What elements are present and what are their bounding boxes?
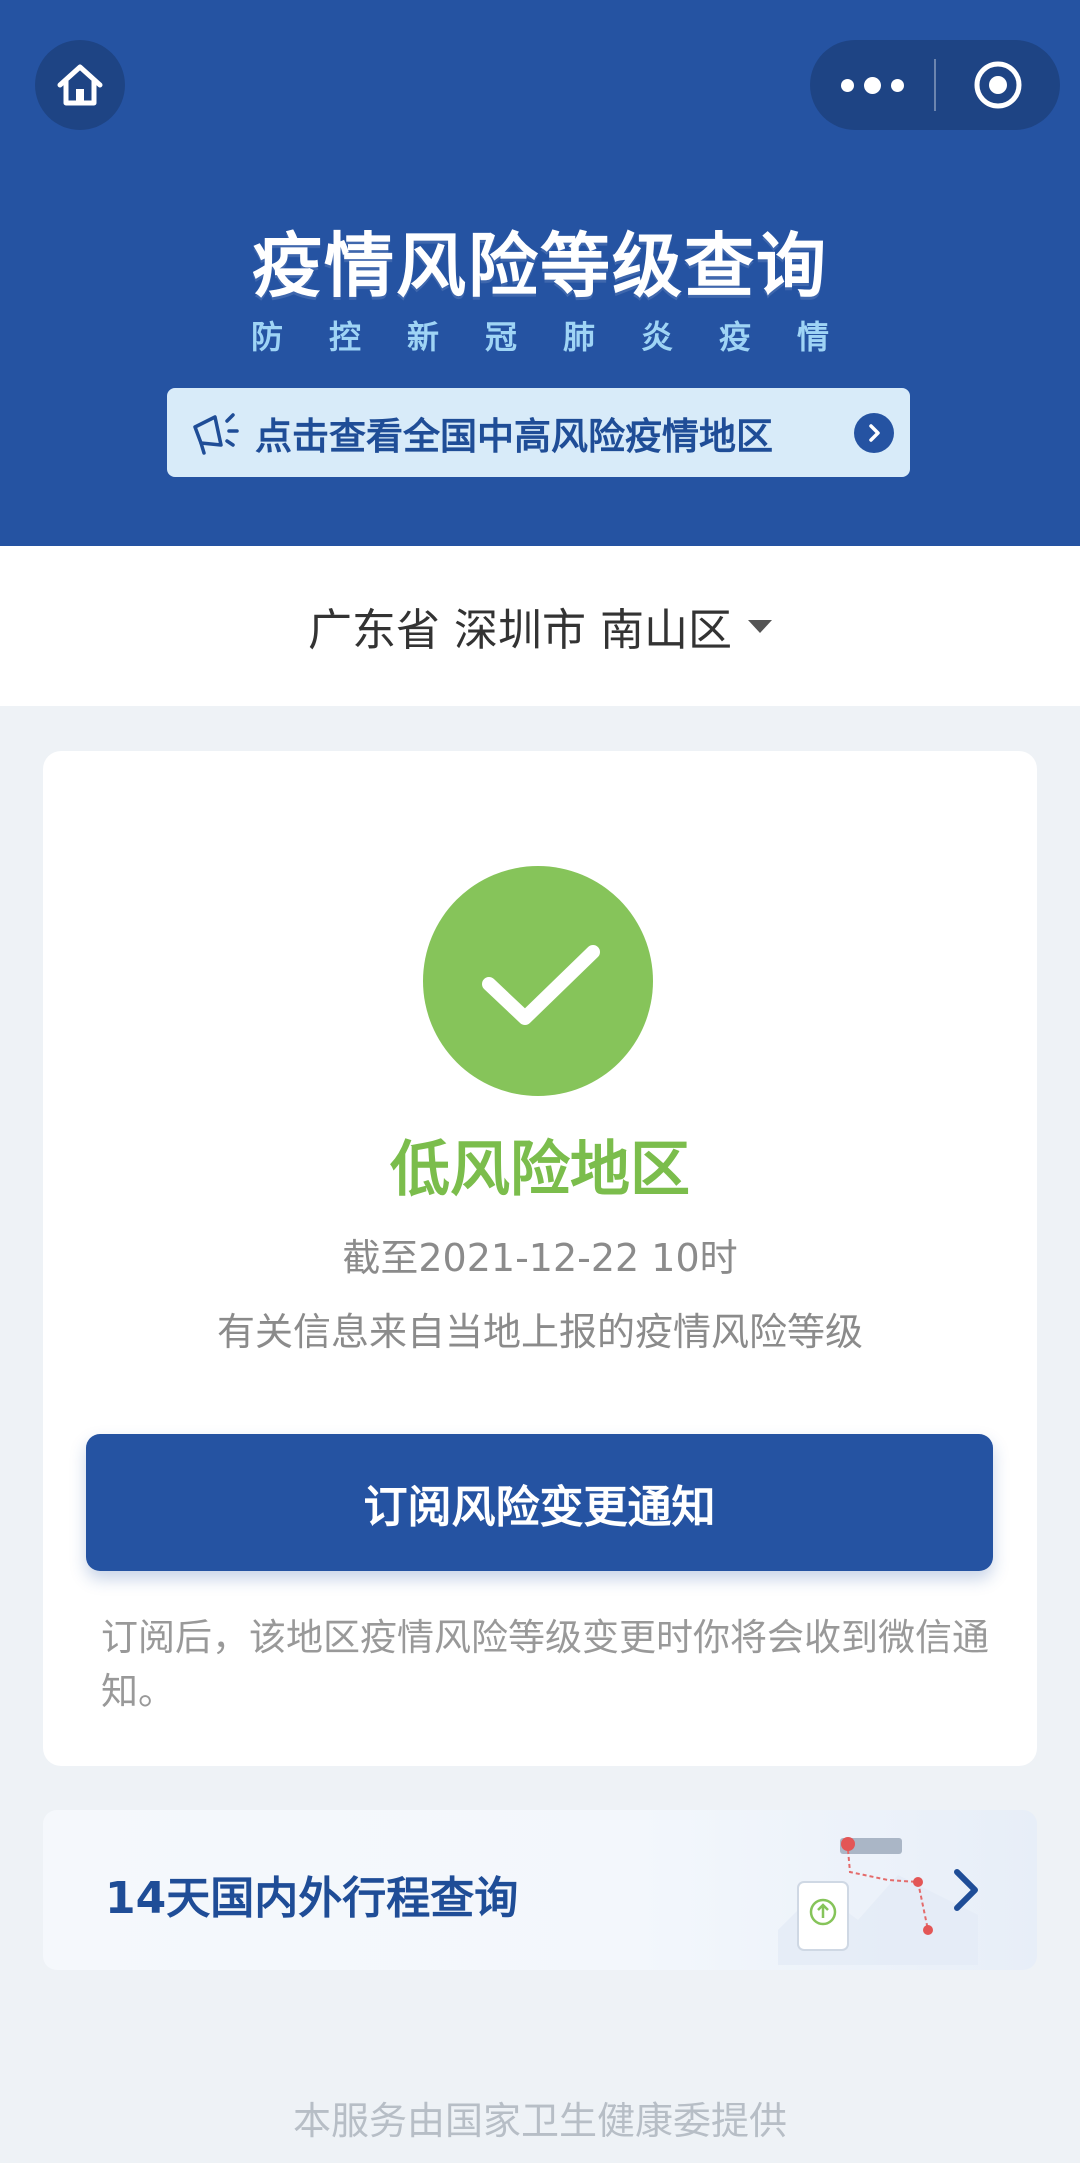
trip-query-label: 14天国内外行程查询 [105, 1873, 519, 1924]
risk-result-card: 低风险地区 截至2021-12-22 10时 有关信息来自当地上报的疫情风险等级… [43, 751, 1037, 1766]
footer-credit: 本服务由国家卫生健康委提供 [292, 2099, 787, 2143]
page-subtitle: 防控新冠肺炎疫情 [250, 318, 875, 356]
chevron-right-icon [954, 1869, 978, 1911]
trip-query-card[interactable]: 14天国内外行程查询 [43, 1810, 1037, 1970]
more-button[interactable] [810, 40, 934, 130]
home-icon [57, 64, 103, 106]
map-route-illustration [778, 1837, 978, 1965]
subscribe-note: 订阅后，该地区疫情风险等级变更时你将会收到微信通知。 [101, 1616, 989, 1713]
subscribe-button[interactable]: 订阅风险变更通知 [86, 1434, 993, 1571]
page-title: 疫情风险等级查询 [252, 225, 828, 307]
more-dots-icon [840, 78, 854, 92]
location-selector[interactable]: 广东省 深圳市 南山区 [0, 546, 1080, 706]
chevron-right-icon [854, 412, 894, 453]
home-button[interactable] [35, 40, 125, 130]
mini-program-capsule [810, 40, 1060, 130]
target-icon [974, 61, 1022, 109]
header: 疫情风险等级查询 防控新冠肺炎疫情 点击查看全国中高风险疫情地区 [0, 0, 1080, 546]
as-of-time: 截至2021-12-22 10时 [342, 1236, 738, 1280]
risk-level: 低风险地区 [390, 1135, 690, 1205]
check-icon [423, 866, 653, 1096]
megaphone-icon [193, 412, 239, 455]
banner-text: 点击查看全国中高风险疫情地区 [255, 414, 773, 458]
location-text: 广东省 深圳市 南山区 [308, 605, 732, 656]
data-source-note: 有关信息来自当地上报的疫情风险等级 [216, 1310, 863, 1354]
more-dot [890, 78, 904, 92]
caret-down-icon [747, 619, 772, 633]
close-button[interactable] [936, 40, 1060, 130]
high-risk-areas-banner[interactable]: 点击查看全国中高风险疫情地区 [167, 388, 910, 477]
more-dot [863, 76, 881, 94]
